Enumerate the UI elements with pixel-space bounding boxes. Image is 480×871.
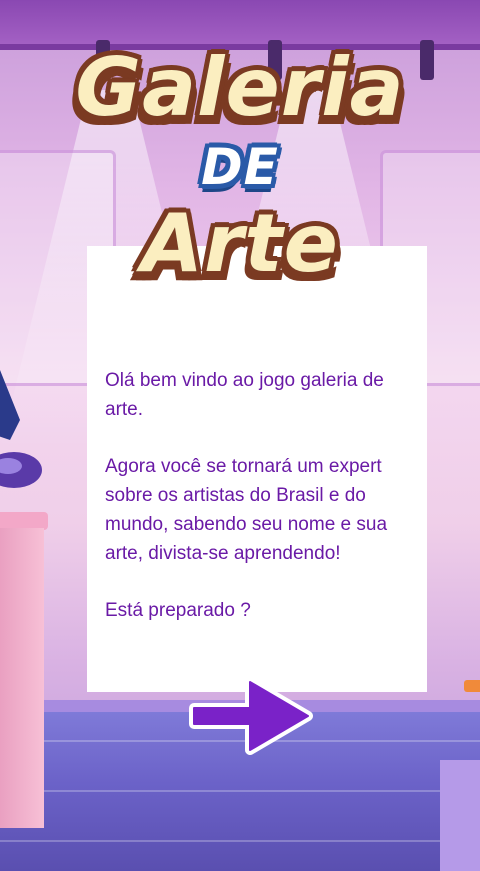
title-line-galeria: Galeria [75, 41, 405, 134]
question-text: Está preparado ? [105, 600, 251, 621]
arrow-right-icon [189, 677, 313, 755]
pedestal [0, 528, 44, 828]
title-line-arte: Arte [141, 197, 339, 290]
floor-line [0, 840, 480, 842]
description-text: Agora você se tornará um expert sobre os… [105, 456, 388, 564]
game-title: Galeria DE Arte [0, 40, 480, 290]
floor-line [0, 790, 480, 792]
sculpture-icon [0, 370, 42, 488]
intro-card: Olá bem vindo ao jogo galeria de arte. A… [87, 246, 427, 692]
next-button[interactable] [186, 676, 316, 756]
title-line-de: DE [201, 138, 279, 196]
greeting-text: Olá bem vindo ao jogo galeria de arte. [105, 370, 384, 420]
pedestal [440, 760, 480, 871]
stand [464, 680, 480, 692]
